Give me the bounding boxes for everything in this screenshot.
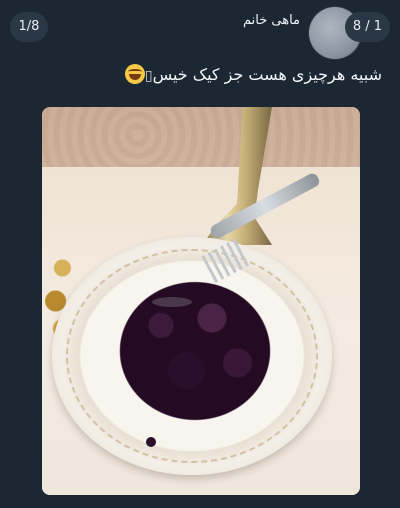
username[interactable]: ماهی خانم — [200, 13, 300, 28]
dark-cake — [110, 273, 280, 423]
laughing-tears-icon — [124, 64, 145, 84]
page-counter-right: 8 / 1 — [344, 12, 390, 42]
media-viewer: 1/8 ماهی خانم 8 / 1 شبیه هرچیزی هست جز ک… — [0, 0, 400, 508]
missing-glyph-icon: ▯ — [144, 68, 153, 84]
page-counter-left: 1/8 — [10, 12, 48, 42]
post-text: شبیه هرچیزی هست جز کیک خیس — [152, 65, 382, 84]
post-text-line: شبیه هرچیزی هست جز کیک خیس▯ — [40, 62, 382, 89]
cake-shine — [152, 297, 192, 307]
post-photo[interactable] — [42, 107, 360, 495]
sauce-drop — [146, 437, 156, 447]
